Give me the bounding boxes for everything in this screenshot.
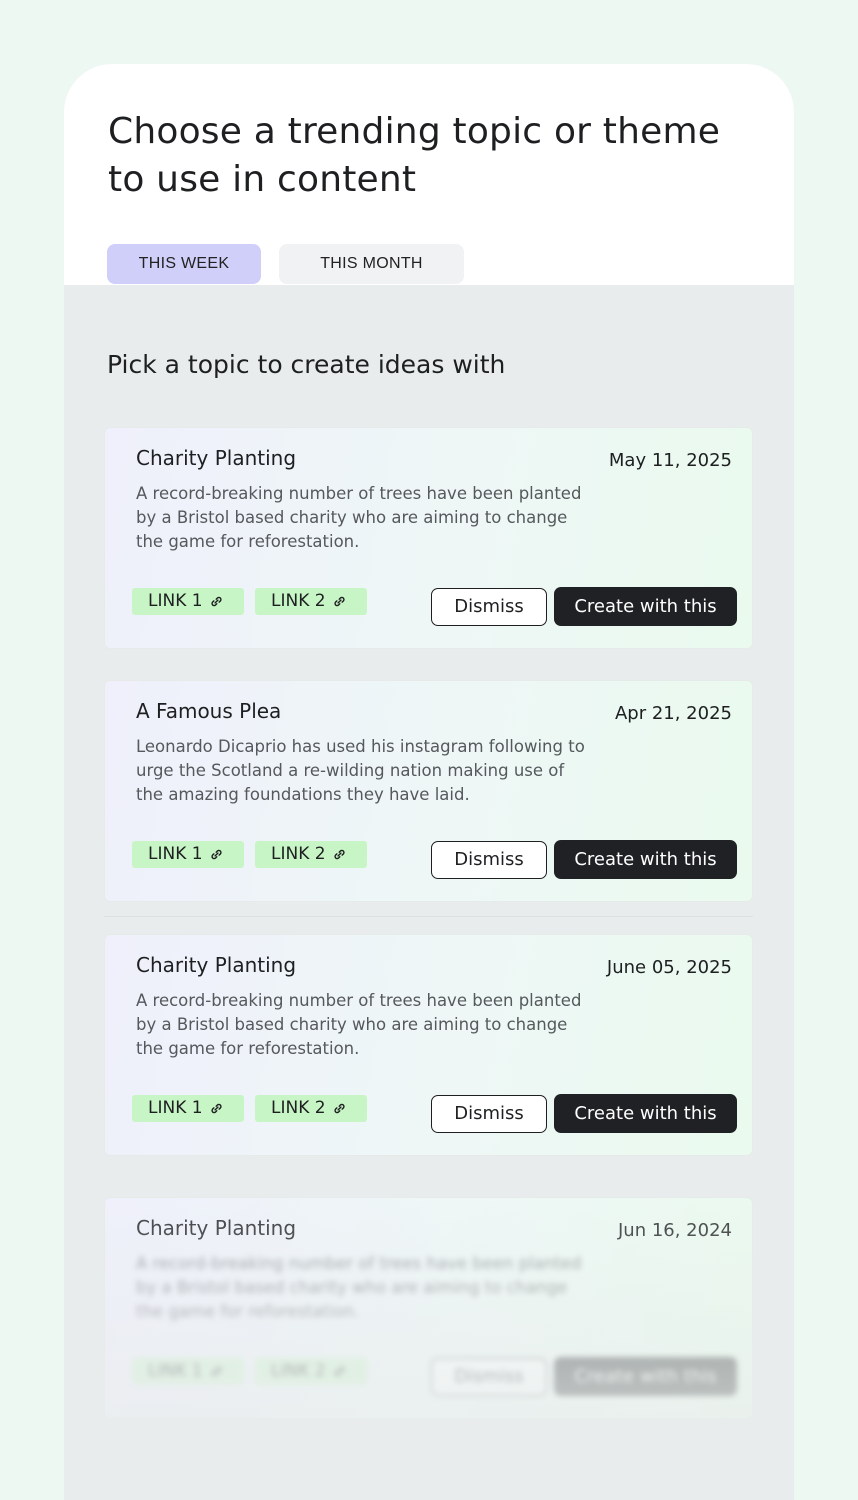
chip-label: LINK 2 — [271, 1098, 326, 1118]
link-chain-icon — [210, 1366, 222, 1376]
dismiss-button[interactable]: Dismiss — [431, 841, 547, 879]
topic-card: A Famous Plea Apr 21, 2025 Leonardo Dica… — [104, 680, 753, 902]
link-1-chip[interactable]: LINK 1 — [132, 588, 244, 615]
page-title: Choose a trending topic or theme to use … — [108, 111, 721, 200]
card-date: June 05, 2025 — [606, 957, 732, 978]
link-chain-icon — [210, 849, 222, 859]
divider — [104, 916, 753, 917]
link-2-chip[interactable]: LINK 2 — [255, 1358, 367, 1385]
card-description: Leonardo Dicaprio has used his instagram… — [136, 737, 585, 804]
create-with-this-button[interactable]: Create with this — [554, 840, 737, 879]
card-date: Apr 21, 2025 — [614, 703, 732, 724]
topic-card: Charity Planting May 11, 2025 A record-b… — [104, 427, 753, 649]
chip-label: LINK 1 — [148, 844, 203, 864]
dismiss-button[interactable]: Dismiss — [431, 1358, 547, 1396]
card-title: Charity Planting — [136, 953, 297, 977]
link-chain-icon — [333, 849, 345, 859]
section-subtitle: Pick a topic to create ideas with — [107, 350, 506, 379]
chip-label: LINK 2 — [271, 1361, 326, 1381]
tab-this-month[interactable]: THIS MONTH — [279, 244, 464, 284]
link-chain-icon — [333, 596, 345, 606]
link-1-chip[interactable]: LINK 1 — [132, 841, 244, 868]
link-1-chip[interactable]: LINK 1 — [132, 1095, 244, 1122]
card-title: Charity Planting — [136, 1216, 297, 1240]
link-2-chip[interactable]: LINK 2 — [255, 1095, 367, 1122]
card-title: Charity Planting — [136, 446, 297, 470]
link-chain-icon — [210, 1103, 222, 1113]
chip-label: LINK 2 — [271, 591, 326, 611]
create-with-this-button[interactable]: Create with this — [554, 1094, 737, 1133]
dismiss-button[interactable]: Dismiss — [431, 1095, 547, 1133]
link-2-chip[interactable]: LINK 2 — [255, 841, 367, 868]
create-with-this-button[interactable]: Create with this — [554, 1357, 737, 1396]
card-title: A Famous Plea — [136, 699, 282, 723]
link-1-chip[interactable]: LINK 1 — [132, 1358, 244, 1385]
link-chain-icon — [333, 1103, 345, 1113]
dismiss-button[interactable]: Dismiss — [431, 588, 547, 626]
chip-label: LINK 1 — [148, 591, 203, 611]
card-description: A record-breaking number of trees have b… — [136, 991, 582, 1058]
card-date: May 11, 2025 — [608, 450, 732, 471]
card-date: Jun 16, 2024 — [617, 1220, 732, 1241]
card-description: A record-breaking number of trees have b… — [136, 484, 582, 551]
link-chain-icon — [210, 596, 222, 606]
create-with-this-button[interactable]: Create with this — [554, 587, 737, 626]
tab-this-week[interactable]: THIS WEEK — [107, 244, 261, 284]
panel-header: Choose a trending topic or theme to use … — [64, 64, 794, 285]
card-description: A record-breaking number of trees have b… — [136, 1254, 582, 1321]
chip-label: LINK 2 — [271, 844, 326, 864]
chip-label: LINK 1 — [148, 1361, 203, 1381]
topic-card: Charity Planting Jun 16, 2024 A record-b… — [104, 1197, 753, 1419]
chip-label: LINK 1 — [148, 1098, 203, 1118]
link-2-chip[interactable]: LINK 2 — [255, 588, 367, 615]
topic-card: Charity Planting June 05, 2025 A record-… — [104, 934, 753, 1156]
topics-panel: Choose a trending topic or theme to use … — [64, 64, 794, 1500]
link-chain-icon — [333, 1366, 345, 1376]
